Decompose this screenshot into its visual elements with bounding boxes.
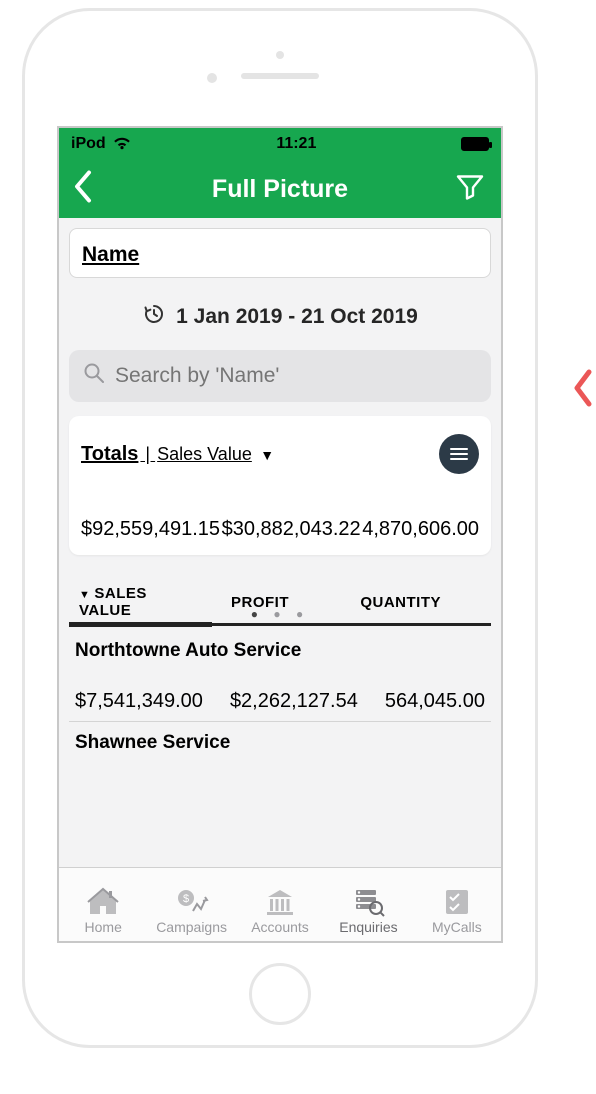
row-sales-value: $7,541,349.00: [75, 690, 203, 713]
tab-mycalls[interactable]: MyCalls: [413, 887, 501, 935]
list-item[interactable]: Northtowne Auto Service $7,541,349.00 $2…: [69, 630, 491, 721]
tab-accounts[interactable]: Accounts: [236, 887, 324, 935]
row-profit: $2,262,127.54: [230, 690, 358, 713]
page-title: Full Picture: [212, 175, 348, 204]
name-field-label: Name: [82, 243, 139, 266]
tab-label: MyCalls: [413, 919, 501, 935]
tab-label: Accounts: [236, 919, 324, 935]
svg-text:$: $: [183, 893, 189, 905]
columns-underline: [69, 623, 491, 626]
date-range-row[interactable]: 1 Jan 2019 - 21 Oct 2019: [69, 302, 491, 332]
tab-label: Enquiries: [324, 919, 412, 935]
external-chevron-icon: [572, 368, 594, 413]
tab-campaigns[interactable]: $ Campaigns: [147, 887, 235, 935]
divider: |: [140, 444, 155, 464]
status-bar: iPod 11:21: [59, 128, 501, 160]
device-label: iPod: [71, 135, 106, 153]
totals-quantity: 4,870,606.00: [362, 518, 479, 541]
history-icon: [142, 302, 166, 332]
caret-down-icon: ▼: [260, 447, 274, 463]
row-quantity: 564,045.00: [385, 690, 485, 713]
row-name: Northtowne Auto Service: [75, 640, 485, 662]
filter-button[interactable]: [455, 172, 485, 207]
content-area: Name 1 Jan 2019 - 21 Oct 2019 Totals | S…: [59, 218, 501, 800]
tab-label: Campaigns: [147, 919, 235, 935]
totals-sort-selector[interactable]: Totals | Sales Value ▼: [81, 443, 274, 466]
wifi-icon: [112, 134, 132, 155]
phone-camera-dot: [276, 51, 284, 59]
list-item[interactable]: Shawnee Service: [69, 721, 491, 790]
search-textbox[interactable]: [115, 364, 477, 388]
col-quantity[interactable]: QUANTITY: [320, 594, 481, 611]
status-time: 11:21: [276, 135, 316, 153]
row-name: Shawnee Service: [75, 732, 485, 754]
card-menu-button[interactable]: [439, 434, 479, 474]
phone-speaker: [241, 73, 319, 79]
tab-bar: Home $ Campaigns Accounts Enquiries MyCa…: [59, 867, 501, 941]
home-button[interactable]: [249, 963, 311, 1025]
tab-label: Home: [59, 919, 147, 935]
app-screen: iPod 11:21 Full Picture Name: [57, 126, 503, 943]
name-filter-field[interactable]: Name: [69, 228, 491, 278]
phone-sensor-dot: [207, 73, 217, 83]
totals-profit: $30,882,043.22: [222, 518, 361, 541]
tab-home[interactable]: Home: [59, 887, 147, 935]
totals-label: Totals: [81, 443, 138, 465]
totals-sales-value: $92,559,491.15: [81, 518, 220, 541]
totals-sort-by: Sales Value: [157, 444, 252, 464]
results-list[interactable]: Northtowne Auto Service $7,541,349.00 $2…: [69, 630, 491, 790]
tab-enquiries[interactable]: Enquiries: [324, 887, 412, 935]
phone-frame: iPod 11:21 Full Picture Name: [22, 8, 538, 1048]
totals-card: Totals | Sales Value ▼ $92,559,491.15 $3…: [69, 416, 491, 555]
battery-icon: [461, 137, 489, 151]
search-input[interactable]: [69, 350, 491, 402]
nav-bar: Full Picture: [59, 160, 501, 218]
date-range-text: 1 Jan 2019 - 21 Oct 2019: [176, 305, 418, 329]
back-button[interactable]: [73, 171, 93, 208]
search-icon: [83, 362, 105, 390]
col-sales-value[interactable]: ▼SALES VALUE: [79, 585, 200, 619]
sort-caret-icon: ▼: [79, 589, 90, 601]
